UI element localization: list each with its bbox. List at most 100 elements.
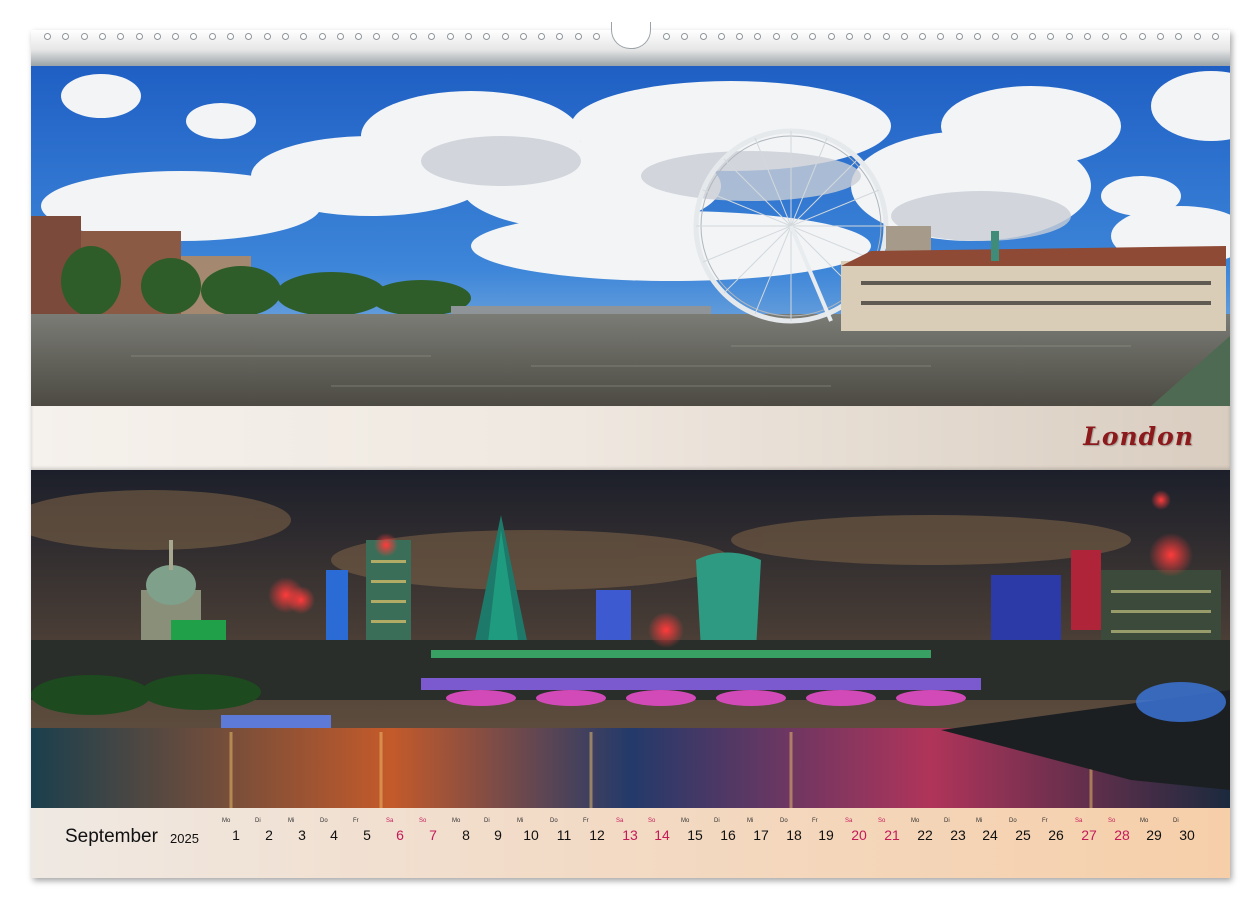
day-number: 15: [687, 827, 703, 843]
day-number: 29: [1146, 827, 1162, 843]
day-of-week: Do: [1009, 818, 1017, 824]
day-number: 23: [950, 827, 966, 843]
binding-hole: [483, 33, 490, 40]
day-number: 21: [884, 827, 900, 843]
binding-hole: [154, 33, 161, 40]
binding-hole: [754, 33, 761, 40]
day-of-week: Mi: [288, 818, 295, 824]
binding-hole: [593, 33, 600, 40]
binding-hole: [828, 33, 835, 40]
calendar-day: So 28: [1107, 816, 1137, 844]
binding-hole: [373, 33, 380, 40]
calendar-day: Do 18: [779, 816, 809, 844]
day-of-week: Di: [944, 818, 950, 824]
binding-hole: [773, 33, 780, 40]
calendar-day: Di 2: [254, 816, 284, 844]
day-number: 8: [462, 827, 470, 843]
binding-hole: [264, 33, 271, 40]
binding-hole: [1102, 33, 1109, 40]
binding-hole: [1139, 33, 1146, 40]
binding-hole: [117, 33, 124, 40]
day-number: 28: [1114, 827, 1130, 843]
binding-hole: [1212, 33, 1219, 40]
binding-hole: [245, 33, 252, 40]
day-number: 22: [917, 827, 933, 843]
day-of-week: Mo: [1140, 818, 1149, 824]
calendar-day: Di 30: [1172, 816, 1202, 844]
calendar-day: So 14: [647, 816, 677, 844]
day-of-week: Mo: [222, 818, 231, 824]
day-of-week: So: [419, 818, 427, 824]
binding-hole: [919, 33, 926, 40]
month-label: September: [65, 826, 158, 847]
binding-hole: [209, 33, 216, 40]
binding-hole: [81, 33, 88, 40]
calendar-day: So 7: [418, 816, 448, 844]
day-of-week: Do: [320, 818, 328, 824]
binding-hole: [1120, 33, 1127, 40]
calendar-day: Sa 6: [385, 816, 415, 844]
binding-hole: [447, 33, 454, 40]
binding-hole: [1084, 33, 1091, 40]
binding-hole: [190, 33, 197, 40]
day-of-week: Di: [255, 818, 261, 824]
binding-hole: [99, 33, 106, 40]
day-of-week: Mi: [517, 818, 524, 824]
photo-london-night: [31, 470, 1230, 808]
day-number: 1: [232, 827, 240, 843]
day-number: 19: [818, 827, 834, 843]
calendar-day: Mo 8: [451, 816, 481, 844]
calendar-day: Fr 5: [352, 816, 382, 844]
day-of-week: Fr: [583, 818, 589, 824]
day-number: 3: [298, 827, 306, 843]
calendar-day: Do 25: [1008, 816, 1038, 844]
day-number: 6: [396, 827, 404, 843]
calendar-day: Mo 15: [680, 816, 710, 844]
day-of-week: Do: [780, 818, 788, 824]
day-of-week: Sa: [386, 818, 394, 824]
day-of-week: Do: [550, 818, 558, 824]
day-number: 14: [654, 827, 670, 843]
day-of-week: Fr: [1042, 818, 1048, 824]
binding-hole: [1157, 33, 1164, 40]
title-band: London: [31, 406, 1230, 470]
binding-hole: [974, 33, 981, 40]
day-number: 26: [1048, 827, 1064, 843]
binding-hole: [62, 33, 69, 40]
photo-thames-day: [31, 66, 1230, 406]
calendar-day: Do 11: [549, 816, 579, 844]
calendar-strip: September 2025 Mo 1 Di 2 Mi 3 Do 4 Fr 5 Sa 6 So 7 Mo 8 D…: [31, 808, 1230, 878]
binding-hole: [392, 33, 399, 40]
day-number: 17: [753, 827, 769, 843]
day-number: 10: [523, 827, 539, 843]
binding-hole: [681, 33, 688, 40]
binding-hole: [44, 33, 51, 40]
day-of-week: Sa: [1075, 818, 1083, 824]
day-of-week: So: [1108, 818, 1116, 824]
binding-hole: [428, 33, 435, 40]
city-title: London: [1083, 422, 1194, 451]
calendar-day: Sa 13: [615, 816, 645, 844]
binding-hole: [556, 33, 563, 40]
day-of-week: Mo: [911, 818, 920, 824]
calendar-day: Di 23: [943, 816, 973, 844]
day-number: 11: [556, 827, 572, 843]
binding-hole: [956, 33, 963, 40]
day-number: 16: [720, 827, 736, 843]
binding-hole: [410, 33, 417, 40]
binding-hole: [992, 33, 999, 40]
year-label: 2025: [170, 831, 199, 846]
binding-hole: [1066, 33, 1073, 40]
calendar-day: Mo 1: [221, 816, 251, 844]
binding-hole: [319, 33, 326, 40]
calendar-day: Di 9: [483, 816, 513, 844]
day-number: 5: [363, 827, 371, 843]
binding-hole: [227, 33, 234, 40]
day-of-week: Sa: [616, 818, 624, 824]
day-number: 4: [330, 827, 338, 843]
day-number: 7: [429, 827, 437, 843]
binding-hole: [736, 33, 743, 40]
binding-hole: [663, 33, 670, 40]
day-number: 30: [1179, 827, 1195, 843]
calendar-day: Mi 24: [975, 816, 1005, 844]
